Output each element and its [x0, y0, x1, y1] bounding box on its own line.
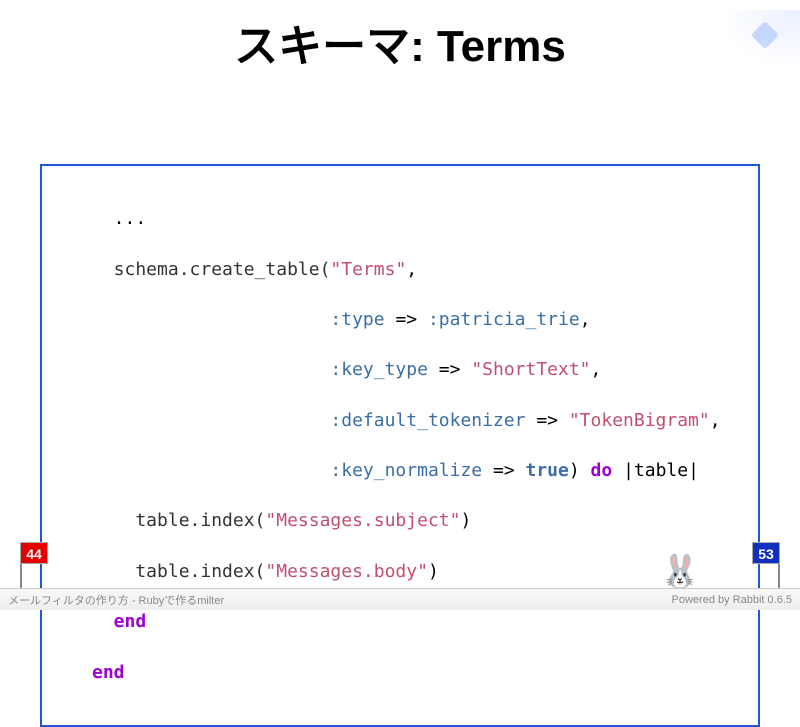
code-token: |table| [612, 460, 699, 481]
code-keyword: end [92, 611, 146, 632]
corner-decoration [720, 10, 800, 70]
code-token: => [525, 410, 568, 431]
code-string: "Terms" [330, 259, 406, 280]
code-token: ) [569, 460, 591, 481]
slide-total-flag: 53 [752, 542, 780, 590]
slide-total-number: 53 [752, 542, 780, 564]
code-string: "TokenBigram" [569, 410, 710, 431]
code-token: schema.create_table( [92, 259, 330, 280]
rabbit-icon: 🐰 [660, 552, 700, 590]
code-symbol: :key_normalize [92, 460, 482, 481]
code-symbol: :type [92, 309, 385, 330]
slide-title: スキーマ: Terms [0, 10, 800, 74]
code-keyword: do [591, 460, 613, 481]
code-symbol: :patricia_trie [428, 309, 580, 330]
code-token: => [428, 359, 471, 380]
bottom-bar: メールフィルタの作り方 - Rubyで作るmilter Powered by R… [0, 588, 800, 610]
code-token: , [591, 359, 602, 380]
footer-area: 44 🐰 53 メールフィルタの作り方 - Rubyで作るmilter Powe… [0, 515, 800, 610]
code-block: ... schema.create_table("Terms", :type =… [40, 164, 760, 727]
code-token: , [406, 259, 417, 280]
code-symbol: :key_type [92, 359, 428, 380]
code-token: => [385, 309, 428, 330]
code-value: true [526, 460, 569, 481]
code-token: , [580, 309, 591, 330]
code-token: , [710, 410, 721, 431]
code-symbol: :default_tokenizer [92, 410, 525, 431]
code-token: => [482, 460, 525, 481]
code-keyword: end [92, 662, 125, 683]
slide-current-number: 44 [20, 542, 48, 564]
code-line: ... [92, 208, 146, 229]
code-string: "ShortText" [471, 359, 590, 380]
slide-current-flag: 44 [20, 542, 48, 590]
